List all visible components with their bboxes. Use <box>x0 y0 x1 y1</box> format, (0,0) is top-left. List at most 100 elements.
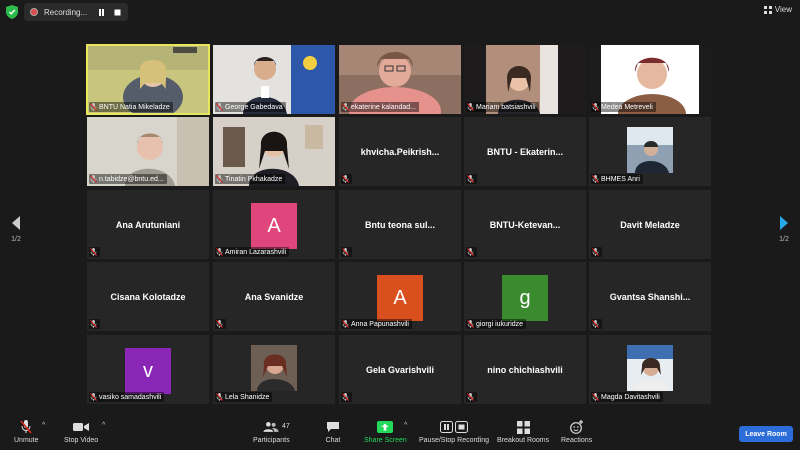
participant-tile[interactable]: BNTU-Ketevan... <box>464 190 586 259</box>
muted-mic-icon <box>467 320 474 328</box>
recording-label: Recording... <box>44 7 88 17</box>
participant-tile[interactable]: Ana Svanidze <box>213 262 335 331</box>
muted-microphone-icon <box>20 420 32 434</box>
prev-page-nav[interactable]: 1/2 <box>8 216 24 243</box>
participant-tile[interactable]: BNTU Natia Mikeladze <box>86 44 210 115</box>
participant-tile[interactable]: nino chichiashvili <box>464 335 586 404</box>
participant-name-label: Amiran Lazarashvili <box>215 247 290 257</box>
participant-avatar: A <box>251 203 297 249</box>
participant-tile[interactable]: BNTU - Ekaterin... <box>464 117 586 186</box>
stop-recording-icon[interactable] <box>112 7 122 17</box>
grid-view-icon <box>763 5 772 14</box>
muted-mic-icon <box>216 393 223 401</box>
participant-name: BHMES Anri <box>601 175 640 183</box>
participant-tile[interactable]: A Anna Papunashvili <box>339 262 461 331</box>
muted-mic-icon <box>342 103 349 111</box>
participant-name-label <box>466 392 477 402</box>
unmute-label: Unmute <box>14 437 39 444</box>
participant-display-name: Gela Gvarishvili <box>365 364 435 375</box>
participant-name-label <box>466 247 477 257</box>
meeting-toolbar: Unmute ^ Stop Video ^ Participants 47 Ch… <box>0 414 800 450</box>
participant-tile[interactable]: Ana Arutuniani <box>87 190 209 259</box>
participant-tile[interactable]: Gela Gvarishvili <box>339 335 461 404</box>
participant-tile[interactable]: Mariam batsiashvili <box>464 45 586 114</box>
share-screen-button[interactable]: Share Screen <box>364 420 407 444</box>
participant-tile[interactable]: Davit Meladze <box>589 190 711 259</box>
participant-tile[interactable]: Magda Davitashvili <box>589 335 711 404</box>
chevron-right-icon[interactable] <box>779 216 789 230</box>
participant-tile[interactable]: Tinatin Pkhakadze <box>213 117 335 186</box>
view-button[interactable]: View <box>763 5 792 14</box>
participant-display-name: nino chichiashvili <box>487 364 563 375</box>
participant-tile[interactable]: ekaterine kalandad... <box>339 45 461 114</box>
share-screen-icon <box>377 421 394 433</box>
participant-avatar: v <box>125 348 171 394</box>
next-page-nav[interactable]: 1/2 <box>776 216 792 243</box>
participant-display-name: Ana Svanidze <box>244 291 304 302</box>
recording-dot-icon <box>30 8 38 16</box>
participant-name: giorgi iukuridze <box>476 320 524 328</box>
participant-name-label: George Gabedava <box>215 102 286 112</box>
participant-display-name: khvicha.Peikrish... <box>360 146 440 157</box>
pause-stop-recording-button[interactable]: Pause/Stop Recording <box>419 420 489 444</box>
participant-tile[interactable]: Lela Shanidze <box>213 335 335 404</box>
participant-tile[interactable]: Bntu teona sul... <box>339 190 461 259</box>
share-options-caret-icon[interactable]: ^ <box>404 422 407 429</box>
muted-mic-icon <box>90 103 97 111</box>
muted-mic-icon <box>216 175 223 183</box>
participant-name-label: Lela Shanidze <box>215 392 273 402</box>
muted-mic-icon <box>90 175 97 183</box>
participant-name-label: vasiko samadashvili <box>89 392 165 402</box>
participant-name-label <box>466 174 477 184</box>
leave-room-button[interactable]: Leave Room <box>739 426 793 442</box>
breakout-rooms-label: Breakout Rooms <box>497 437 550 444</box>
participant-name-label: Medea Metreveli <box>591 102 656 112</box>
participant-name-label <box>591 247 602 257</box>
participant-tile[interactable]: BHMES Anri <box>589 117 711 186</box>
participant-name: Medea Metreveli <box>601 103 653 111</box>
chat-button[interactable]: Chat <box>325 420 341 444</box>
participant-display-name: BNTU - Ekaterin... <box>486 146 563 157</box>
share-screen-label: Share Screen <box>364 437 407 444</box>
participant-tile[interactable]: Medea Metreveli <box>589 45 711 114</box>
muted-mic-icon <box>592 175 599 183</box>
muted-mic-icon <box>342 175 349 183</box>
participant-name-label: BNTU Natia Mikeladze <box>89 102 173 112</box>
pause-recording-label: Pause/Stop Recording <box>419 437 490 444</box>
video-options-caret-icon[interactable]: ^ <box>102 422 105 429</box>
participant-display-name: Gvantsa Shanshi... <box>609 291 691 302</box>
muted-mic-icon <box>592 103 599 111</box>
muted-mic-icon <box>467 175 474 183</box>
unmute-button[interactable]: Unmute <box>14 420 39 444</box>
participant-name: Lela Shanidze <box>225 393 270 401</box>
participant-name-label: giorgi iukuridze <box>466 319 527 329</box>
participant-name-label <box>341 174 352 184</box>
participant-tile[interactable]: Cisana Kolotadze <box>87 262 209 331</box>
participant-name-label <box>89 319 100 329</box>
page-indicator-right: 1/2 <box>779 236 789 243</box>
shield-icon[interactable] <box>6 5 18 19</box>
breakout-rooms-button[interactable]: Breakout Rooms <box>497 420 549 444</box>
pause-recording-icon[interactable] <box>96 7 106 17</box>
muted-mic-icon <box>216 248 223 256</box>
participant-name-label <box>341 392 352 402</box>
participant-tile[interactable]: George Gabedava <box>213 45 335 114</box>
muted-mic-icon <box>342 320 349 328</box>
breakout-rooms-icon <box>516 420 530 434</box>
reactions-button[interactable]: Reactions <box>561 420 592 444</box>
muted-mic-icon <box>592 320 599 328</box>
participant-display-name: Cisana Kolotadze <box>110 291 186 302</box>
participant-tile[interactable]: v vasiko samadashvili <box>87 335 209 404</box>
participant-name: ekaterine kalandad... <box>351 103 416 111</box>
participant-name: n.tabidze@bntu.ed... <box>99 175 164 183</box>
chevron-left-icon[interactable] <box>11 216 21 230</box>
stop-video-button[interactable]: Stop Video <box>64 420 98 444</box>
participant-name: Tinatin Pkhakadze <box>225 175 283 183</box>
participant-tile[interactable]: g giorgi iukuridze <box>464 262 586 331</box>
participant-tile[interactable]: A Amiran Lazarashvili <box>213 190 335 259</box>
participant-display-name: Ana Arutuniani <box>115 219 181 230</box>
participant-tile[interactable]: Gvantsa Shanshi... <box>589 262 711 331</box>
participant-tile[interactable]: n.tabidze@bntu.ed... <box>87 117 209 186</box>
audio-options-caret-icon[interactable]: ^ <box>42 422 45 429</box>
participant-tile[interactable]: khvicha.Peikrish... <box>339 117 461 186</box>
